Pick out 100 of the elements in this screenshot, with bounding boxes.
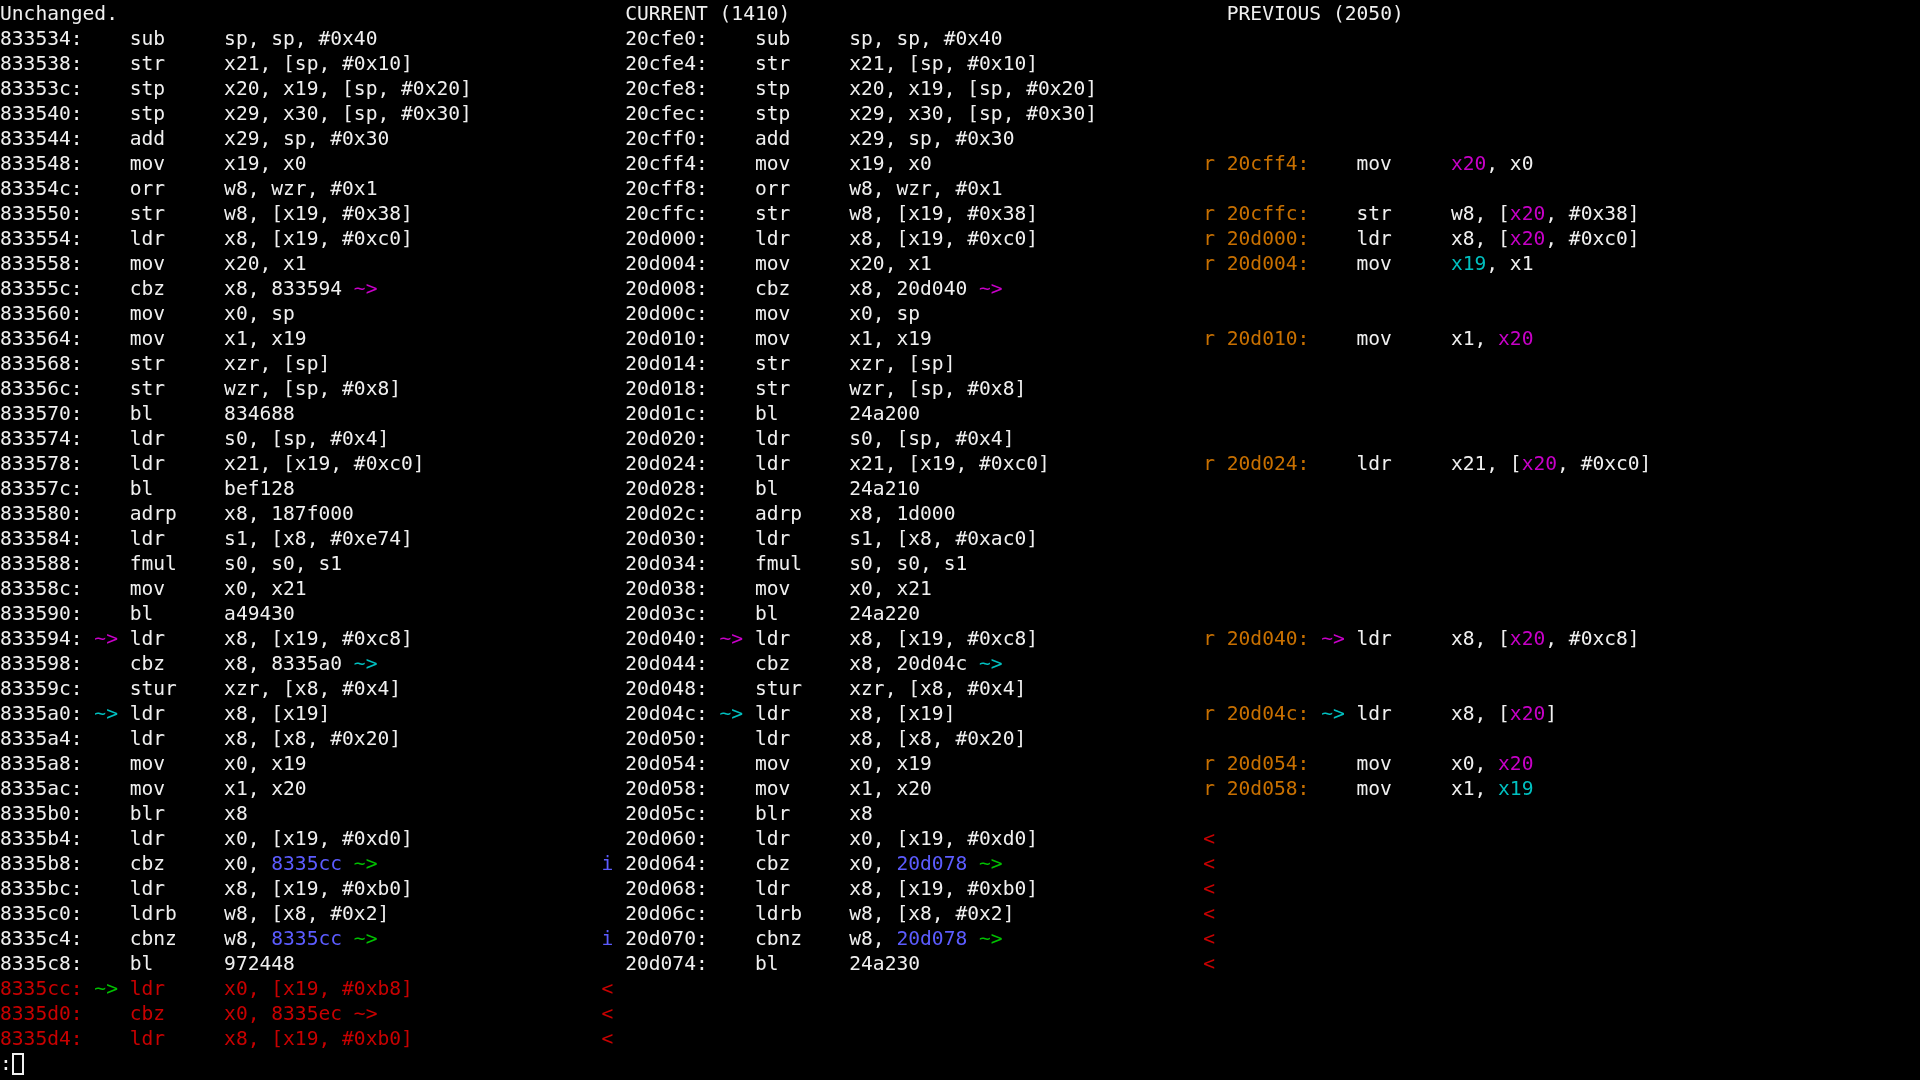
address: 20d010: <box>625 326 709 351</box>
mnemonic: ldr <box>129 1026 167 1051</box>
address: 83356c: <box>0 376 84 401</box>
mnemonic: ldr <box>129 976 167 1001</box>
pane-header: CURRENT (1410) <box>625 2 791 25</box>
diff-marker: r <box>1203 202 1215 225</box>
diff-marker: < <box>1203 877 1215 900</box>
mnemonic: str <box>129 351 167 376</box>
address: 20d044: <box>625 651 709 676</box>
address: 20d040: <box>1226 626 1311 651</box>
diff-marker: r <box>1203 252 1215 275</box>
operands: x20, x19, [sp, #0x20] <box>849 76 1097 101</box>
operands: bef128 <box>224 476 295 501</box>
address: 833560: <box>0 301 84 326</box>
mnemonic: mov <box>1356 776 1393 801</box>
operands: w8, [x8, #0x2] <box>849 901 1015 926</box>
mnemonic: str <box>754 201 792 226</box>
mnemonic: mov <box>754 576 792 601</box>
mnemonic: sub <box>754 26 792 51</box>
address: 833554: <box>0 226 84 251</box>
operands: w8, [x19, #0x38] <box>224 201 413 226</box>
operands: x21, [x20, #0xc0] <box>1450 451 1652 476</box>
jump-arrow: ~> <box>719 627 744 650</box>
mnemonic: orr <box>754 176 792 201</box>
operands: x1, x19 <box>849 326 932 351</box>
address: 20cfe4: <box>625 51 709 76</box>
operands: x20, x0 <box>1450 151 1534 176</box>
address: 833584: <box>0 526 84 551</box>
mnemonic: mov <box>754 251 792 276</box>
address: 8335a0: <box>0 701 84 726</box>
address: 833580: <box>0 501 84 526</box>
mnemonic: add <box>754 126 792 151</box>
address: 8335ac: <box>0 776 84 801</box>
diff-marker: < <box>1203 852 1215 875</box>
mnemonic: ldr <box>129 526 167 551</box>
operands: x20, x1 <box>224 251 307 276</box>
mnemonic: cbz <box>129 1001 167 1026</box>
operands: s0, s0, s1 <box>224 551 343 576</box>
address: 20d028: <box>625 476 709 501</box>
operands: x1, x19 <box>224 326 307 351</box>
address: 20d05c: <box>625 801 709 826</box>
address: 20d024: <box>625 451 709 476</box>
operands: x1, x19 <box>1450 776 1534 801</box>
operands: wzr, [sp, #0x8] <box>849 376 1027 401</box>
mnemonic: cbz <box>129 851 167 876</box>
mnemonic: cbz <box>754 851 792 876</box>
operands: x0, x21 <box>849 576 932 601</box>
operands: x8, [x19] <box>224 701 331 726</box>
address: 20d034: <box>625 551 709 576</box>
mnemonic: mov <box>129 776 167 801</box>
diff-marker: r <box>1203 777 1215 800</box>
operands: x29, x30, [sp, #0x30] <box>224 101 472 126</box>
mnemonic: bl <box>129 601 155 626</box>
mnemonic: str <box>129 376 167 401</box>
mnemonic: add <box>129 126 167 151</box>
address: 20d038: <box>625 576 709 601</box>
mnemonic: ldr <box>129 701 167 726</box>
operands: x0, x19 <box>849 751 932 776</box>
address: 20cff4: <box>625 151 709 176</box>
operands: x29, sp, #0x30 <box>224 126 390 151</box>
diff-marker: < <box>601 977 614 1000</box>
operands: xzr, [x8, #0x4] <box>224 676 402 701</box>
address: 20d074: <box>625 951 709 976</box>
diff-marker: r <box>1203 627 1215 650</box>
operands: x0, [x19, #0xd0] <box>849 826 1039 851</box>
mnemonic: ldr <box>129 726 167 751</box>
operands: 24a230 <box>849 951 921 976</box>
operands: 972448 <box>224 951 295 976</box>
operands: x0, [x19, #0xd0] <box>224 826 413 851</box>
mnemonic: ldr <box>129 826 167 851</box>
mnemonic: ldr <box>754 451 792 476</box>
text-cursor <box>11 1052 24 1075</box>
address: 8335c0: <box>0 901 84 926</box>
operands: s1, [x8, #0xe74] <box>224 526 413 551</box>
diff-marker: r <box>1203 227 1215 250</box>
mnemonic: bl <box>754 401 780 426</box>
operands: x8, [x20, #0xc8] <box>1450 626 1640 651</box>
address: 20cff8: <box>625 176 709 201</box>
mnemonic: cbnz <box>129 926 178 951</box>
mnemonic: blr <box>129 801 167 826</box>
address: 20d004: <box>625 251 709 276</box>
operands: x1, x20 <box>849 776 932 801</box>
address: 20d000: <box>625 226 709 251</box>
mnemonic: fmul <box>754 551 804 576</box>
address: 20cff4: <box>1226 151 1311 176</box>
address: 8335b0: <box>0 801 84 826</box>
mnemonic: cbnz <box>754 926 804 951</box>
address: 20d04c: <box>1226 701 1311 726</box>
address: 20d048: <box>625 676 709 701</box>
diff-marker: r <box>1203 327 1215 350</box>
operands: x0, sp <box>849 301 921 326</box>
operands: w8, wzr, #0x1 <box>849 176 1003 201</box>
operands: x8, [x20] <box>1450 701 1558 726</box>
diff-marker: < <box>1203 952 1215 975</box>
operands: x21, [x19, #0xc0] <box>224 451 425 476</box>
address: 833548: <box>0 151 84 176</box>
operands: x29, sp, #0x30 <box>849 126 1015 151</box>
operands: w8, 20d078 ~> <box>849 926 1003 951</box>
diff-marker: < <box>1203 827 1215 850</box>
mnemonic: ldr <box>754 701 792 726</box>
